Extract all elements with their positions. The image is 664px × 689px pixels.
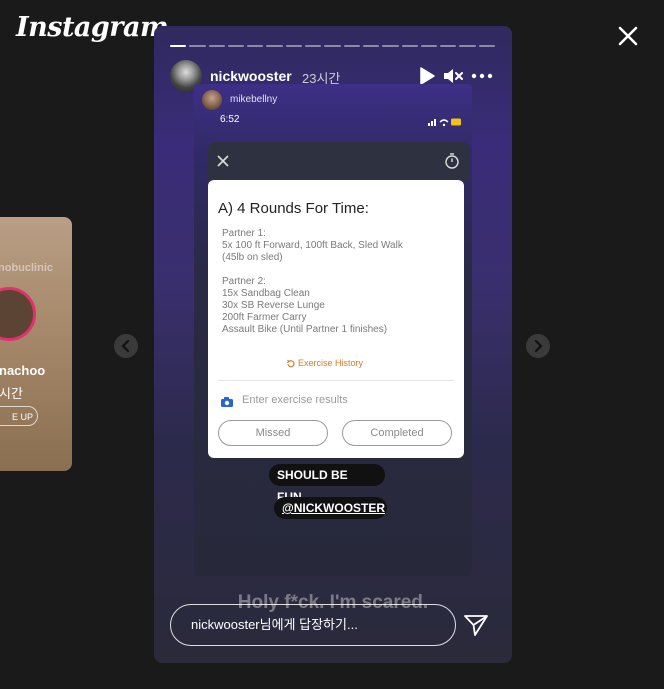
previous-story-button[interactable] [114, 334, 138, 358]
progress-segment [382, 45, 399, 47]
missed-button: Missed [218, 420, 328, 446]
chevron-left-icon [121, 339, 130, 353]
progress-segment [189, 45, 206, 47]
workout-line: 15x Sandbag Clean [222, 288, 310, 299]
play-icon [420, 67, 435, 85]
close-button[interactable] [612, 20, 644, 52]
instagram-logo[interactable]: Instagram [16, 12, 169, 43]
preview-avatar [0, 287, 36, 341]
progress-segment [401, 45, 418, 47]
mention-sticker[interactable]: @NICKWOOSTER [274, 497, 387, 519]
progress-segment [324, 45, 341, 47]
progress-segment [285, 45, 303, 47]
preview-handle: nobuclinic [0, 262, 53, 274]
progress-segment [440, 45, 457, 47]
history-icon [286, 359, 295, 368]
progress-segment [362, 45, 380, 47]
progress-segment [227, 45, 245, 47]
progress-segment [478, 45, 496, 47]
close-icon [618, 26, 638, 46]
close-icon [217, 155, 229, 167]
workout-line: 30x SB Reverse Lunge [222, 300, 325, 311]
story-viewer[interactable]: nickwooster 23시간 mikebellny 6:52 A) 4 Ro… [154, 26, 512, 663]
story-progress [170, 45, 496, 47]
progress-segment [459, 45, 476, 47]
preview-name: nachoo [0, 363, 46, 378]
mute-icon [444, 69, 463, 83]
text-sticker: SHOULD BE FUN... [269, 464, 385, 504]
reply-input[interactable]: nickwooster님에게 답장하기... [170, 604, 456, 646]
send-button[interactable] [463, 612, 489, 643]
inner-avatar [202, 90, 222, 110]
preview-time: 시간 [0, 386, 23, 401]
next-story-button[interactable] [526, 334, 550, 358]
send-icon [464, 615, 488, 636]
preview-button: E UP [0, 406, 38, 426]
more-icon [471, 73, 493, 79]
completed-button: Completed [342, 420, 452, 446]
progress-segment [343, 45, 360, 47]
workout-line: Assault Bike (Until Partner 1 finishes) [222, 324, 388, 335]
workout-title: A) 4 Rounds For Time: [218, 200, 369, 217]
progress-segment [208, 45, 225, 47]
more-button[interactable] [470, 66, 494, 91]
progress-segment [266, 45, 283, 47]
modal-header [208, 142, 470, 182]
workout-line: 200ft Farmer Carry [222, 312, 307, 323]
progress-segment [247, 45, 264, 47]
inner-clock: 6:52 [220, 114, 240, 125]
workout-line: Partner 1: [222, 228, 266, 239]
progress-segment [420, 45, 438, 47]
progress-segment [170, 45, 187, 47]
divider [218, 380, 454, 381]
story-media: mikebellny 6:52 A) 4 Rounds For Time: Pa… [194, 84, 472, 576]
exercise-history-link: Exercise History [298, 358, 364, 368]
camera-icon [221, 397, 233, 407]
story-username[interactable]: nickwooster [210, 68, 292, 84]
progress-segment [305, 45, 322, 47]
workout-card: A) 4 Rounds For Time: Partner 1: 5x 100 … [208, 180, 464, 458]
workout-line: 5x 100 ft Forward, 100ft Back, Sled Walk [222, 240, 403, 251]
status-bar-icons [428, 114, 462, 132]
inner-username: mikebellny [230, 94, 278, 105]
previous-story-preview[interactable]: nobuclinic nachoo 시간 E UP [0, 217, 72, 471]
exercise-results-input: Enter exercise results [242, 394, 348, 406]
workout-line: (45lb on sled) [222, 252, 283, 263]
timer-icon [445, 153, 459, 169]
workout-line: Partner 2: [222, 276, 266, 287]
chevron-right-icon [534, 339, 543, 353]
